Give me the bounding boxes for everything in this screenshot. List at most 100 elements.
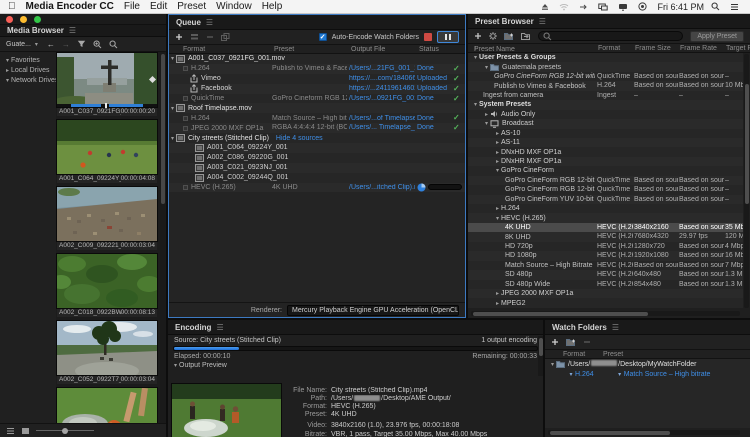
- preset-settings-icon[interactable]: [489, 32, 497, 40]
- preset-row[interactable]: ▸Audio Only: [468, 110, 743, 119]
- output-preview-toggle[interactable]: ▾Output Preview: [168, 360, 543, 369]
- media-browser-scrollbar[interactable]: [160, 52, 166, 423]
- encoding-scrollbar[interactable]: [538, 336, 543, 376]
- watch-preset-value[interactable]: Match Source – High bitrate: [624, 371, 711, 378]
- search-icon[interactable]: [109, 40, 118, 49]
- pause-queue-button[interactable]: [437, 31, 459, 43]
- app-menu[interactable]: Media Encoder CC: [26, 1, 114, 12]
- sync-arrow-icon[interactable]: [579, 3, 588, 11]
- media-clip[interactable]: A002_C052_0922T7_00:00:03:04: [57, 321, 157, 384]
- media-clip[interactable]: A002_C009_092221_00:00:03:04: [57, 187, 157, 250]
- chevron-right-icon[interactable]: ▸: [494, 300, 501, 307]
- preset-hscrollbar[interactable]: [471, 311, 740, 316]
- menu-window[interactable]: Window: [216, 1, 252, 12]
- preset-row[interactable]: GoPro CineForm RGB 12-bit with alphaQuic…: [468, 176, 743, 185]
- renderer-dropdown[interactable]: Mercury Playback Engine GPU Acceleration…: [287, 305, 459, 316]
- output-preset[interactable]: Match Source – High bitr...: [272, 115, 347, 122]
- preset-row[interactable]: Ingest from cameraIngest–––: [468, 91, 743, 100]
- duplicate-icon[interactable]: [221, 33, 230, 41]
- preset-row[interactable]: ▾Guatemala presets: [468, 62, 743, 71]
- output-checkbox[interactable]: [183, 116, 188, 121]
- chevron-down-icon[interactable]: ▾: [483, 120, 490, 127]
- chevron-down-icon[interactable]: ▾: [549, 361, 556, 368]
- media-clip[interactable]: A001_C037_0921FG_00:00:00:20: [57, 53, 157, 116]
- cc-ball-icon[interactable]: [638, 2, 647, 11]
- output-path[interactable]: /Users/...0921FG_001.mov: [349, 95, 415, 102]
- display-icon[interactable]: [618, 3, 628, 11]
- preset-row[interactable]: Match Source – High BitrateHEVC (H.265)B…: [468, 261, 743, 270]
- output-path[interactable]: /Users/...itched Clip).mp4: [349, 184, 415, 191]
- output-path[interactable]: /Users/...21FG_001_1.mp4: [349, 65, 415, 72]
- watch-folders-hscrollbar[interactable]: [548, 430, 740, 435]
- output-url[interactable]: https://....com/184066142: [349, 75, 415, 82]
- output-checkbox[interactable]: [183, 126, 188, 131]
- tab-queue[interactable]: Queue ☰: [169, 15, 465, 30]
- preset-row[interactable]: ▾User Presets & Groups: [468, 53, 743, 62]
- queue-row[interactable]: H.264Publish to Vimeo & Face.../Users/..…: [169, 64, 465, 74]
- preset-row[interactable]: ▸AS-11: [468, 138, 743, 147]
- spotlight-search-icon[interactable]: [711, 2, 720, 11]
- watch-format-value[interactable]: H.264: [575, 371, 594, 378]
- output-url[interactable]: https://...24119614602283: [349, 85, 415, 92]
- thumbnail-view-icon[interactable]: [21, 427, 30, 435]
- preset-row[interactable]: ▸MPEG2: [468, 298, 743, 307]
- chevron-right-icon[interactable]: ▸: [494, 149, 501, 156]
- filter-icon[interactable]: [77, 40, 86, 48]
- media-type-filter-icon[interactable]: [93, 40, 102, 49]
- add-watch-folder-icon[interactable]: [551, 338, 559, 346]
- watch-folder-row[interactable]: ▾/Users//Desktop/MyWatchFolder: [545, 359, 750, 369]
- queue-row[interactable]: ▾City streets (Stitched Clip)Hide 4 sour…: [169, 133, 465, 143]
- chevron-down-icon[interactable]: ▾: [169, 135, 176, 142]
- tab-encoding[interactable]: Encoding ☰: [168, 320, 543, 335]
- chevron-right-icon[interactable]: ▸: [494, 130, 501, 137]
- stop-queue-button[interactable]: [424, 33, 432, 41]
- remove-watch-folder-icon[interactable]: [583, 338, 591, 346]
- import-preset-icon[interactable]: [521, 32, 531, 40]
- menu-file[interactable]: File: [124, 1, 140, 12]
- output-path[interactable]: /Users/... Timelapse_1.mxf: [349, 124, 415, 131]
- location-dropdown[interactable]: Guate...▾: [6, 41, 40, 48]
- preset-dropdown-icon[interactable]: ▾: [616, 371, 624, 378]
- preset-row[interactable]: GoPro CineForm RGB 12-bit with alpha...Q…: [468, 185, 743, 194]
- preset-row[interactable]: ▾HEVC (H.265): [468, 213, 743, 222]
- preset-search-input[interactable]: [538, 31, 683, 41]
- chevron-right-icon[interactable]: ▸: [494, 205, 501, 212]
- chevron-down-icon[interactable]: ▾: [483, 64, 490, 71]
- back-icon[interactable]: ←: [47, 40, 55, 49]
- chevron-down-icon[interactable]: ▾: [169, 55, 176, 62]
- tree-item-favorites[interactable]: ▾Favorites: [4, 55, 56, 65]
- menu-preset[interactable]: Preset: [177, 1, 206, 12]
- notification-center-icon[interactable]: [730, 3, 739, 11]
- panel-menu-icon[interactable]: ☰: [216, 323, 223, 332]
- panel-menu-icon[interactable]: ☰: [69, 26, 76, 35]
- output-path[interactable]: /Users/...of Timelapse.mp4: [349, 115, 415, 122]
- panel-menu-icon[interactable]: ☰: [539, 17, 546, 26]
- queue-row[interactable]: H.264Match Source – High bitr.../Users/.…: [169, 113, 465, 123]
- apple-menu-icon[interactable]: : [8, 2, 16, 12]
- chevron-down-icon[interactable]: ▾: [169, 105, 176, 112]
- panel-menu-icon[interactable]: ☰: [612, 323, 619, 332]
- list-view-icon[interactable]: [6, 427, 15, 435]
- queue-row[interactable]: Vimeohttps://....com/184066142Uploaded✓: [169, 74, 465, 84]
- output-preset[interactable]: Publish to Vimeo & Face...: [272, 65, 347, 72]
- output-preset[interactable]: 4K UHD: [272, 184, 347, 191]
- chevron-right-icon[interactable]: ▸: [494, 139, 501, 146]
- add-source-icon[interactable]: [190, 33, 199, 41]
- queue-row[interactable]: ▾A001_C037_0921FG_001.mov: [169, 54, 465, 64]
- queue-row[interactable]: JPEG 2000 MXF OP1aRGBA 4:4:4:4 12-bit (B…: [169, 123, 465, 133]
- queue-row[interactable]: A001_C064_09224Y_001: [169, 143, 465, 153]
- queue-row[interactable]: A003_C021_0923NJ_001: [169, 163, 465, 173]
- output-checkbox[interactable]: [183, 96, 188, 101]
- tab-watch-folders[interactable]: Watch Folders ☰: [545, 320, 750, 335]
- output-preset[interactable]: GoPro Cineform RGB 12...: [272, 95, 347, 102]
- chevron-right-icon[interactable]: ▸: [483, 111, 490, 118]
- preset-vscrollbar[interactable]: [744, 54, 749, 308]
- queue-row[interactable]: A004_C002_09244Q_001: [169, 173, 465, 183]
- thumbnail-size-slider[interactable]: [36, 430, 94, 431]
- tree-item-network-drives[interactable]: ▾Network Drives: [4, 75, 56, 85]
- preset-row[interactable]: HD 1080pHEVC (H.265)1920x1080Based on so…: [468, 251, 743, 260]
- chevron-down-icon[interactable]: ▾: [494, 215, 501, 222]
- apply-preset-button[interactable]: Apply Preset: [690, 31, 744, 42]
- preset-row[interactable]: ▾GoPro CineForm: [468, 166, 743, 175]
- format-dropdown-icon[interactable]: ▾: [567, 371, 575, 378]
